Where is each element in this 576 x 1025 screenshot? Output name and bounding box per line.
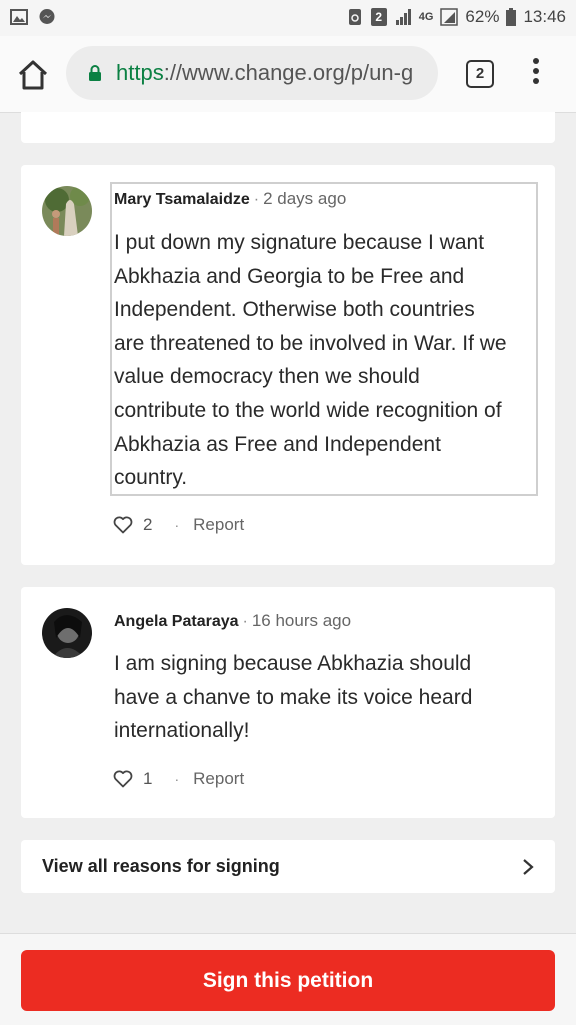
separator-dot: · bbox=[253, 191, 260, 208]
url-rest: ://www.change.org/p/un-g bbox=[163, 60, 414, 85]
comment-time: 2 days ago bbox=[263, 189, 347, 208]
view-all-reasons-link[interactable]: View all reasons for signing bbox=[21, 840, 555, 893]
comment-line: value democracy then we should bbox=[114, 365, 420, 389]
status-bar: 2 4G 62% 13:46 bbox=[0, 0, 576, 36]
address-bar[interactable]: https://www.change.org/p/un-g bbox=[66, 46, 438, 100]
comment-line: internationally! bbox=[114, 719, 250, 743]
lock-icon bbox=[89, 65, 101, 81]
network-type: 4G bbox=[418, 11, 434, 23]
clock: 13:46 bbox=[523, 7, 566, 26]
comment-actions: 1 · Report bbox=[113, 769, 244, 789]
comment-line: Abkhazia as Free and Independent bbox=[114, 432, 441, 456]
comment-card: Mary Tsamalaidze · 2 days ago I put down m… bbox=[21, 165, 555, 565]
battery-percent: 62% bbox=[465, 7, 500, 26]
url-text: https://www.change.org/p/un-g bbox=[116, 60, 428, 86]
comment-text: I am signing because Abkhazia should hav… bbox=[114, 647, 472, 748]
like-count: 2 bbox=[143, 515, 153, 534]
avatar bbox=[42, 186, 92, 236]
browser-toolbar: https://www.change.org/p/un-g 2 bbox=[0, 36, 576, 113]
tab-switcher-button[interactable]: 2 bbox=[466, 60, 494, 88]
signal-icon-2 bbox=[440, 8, 459, 26]
sim-badge: 2 bbox=[370, 8, 387, 26]
report-link[interactable]: Report bbox=[193, 769, 244, 789]
comment-line: Abkhazia and Georgia to be Free and bbox=[114, 264, 465, 288]
comment-line: Independent. Otherwise both countries bbox=[114, 298, 475, 322]
comment-text: I put down my signature because I want A… bbox=[114, 226, 507, 495]
separator-dot: · bbox=[242, 613, 248, 630]
comment-line: I am signing because Abkhazia should bbox=[114, 652, 472, 675]
comment-header: Angela Pataraya · 16 hours ago bbox=[114, 611, 351, 631]
comment-line: are threatened to be involved in War. If… bbox=[114, 331, 507, 355]
home-icon[interactable] bbox=[16, 58, 50, 92]
bottom-cta-bar: Sign this petition bbox=[0, 933, 576, 1025]
comment-actions: 2 · Report bbox=[113, 515, 244, 535]
view-all-label: View all reasons for signing bbox=[42, 856, 280, 876]
heart-icon[interactable] bbox=[113, 516, 133, 534]
comment-header: Mary Tsamalaidze · 2 days ago bbox=[114, 189, 346, 209]
url-scheme: https bbox=[116, 60, 164, 85]
recycle-icon bbox=[348, 9, 361, 25]
chevron-right-icon bbox=[523, 859, 534, 875]
separator-dot: · bbox=[174, 517, 180, 533]
commenter-name[interactable]: Angela Pataraya bbox=[114, 613, 239, 630]
sign-petition-button[interactable]: Sign this petition bbox=[21, 950, 555, 1011]
separator-dot: · bbox=[174, 771, 180, 787]
heart-icon[interactable] bbox=[113, 770, 133, 788]
report-link[interactable]: Report bbox=[193, 515, 244, 535]
overflow-menu-icon[interactable] bbox=[526, 58, 546, 90]
commenter-name[interactable]: Mary Tsamalaidze bbox=[114, 191, 250, 208]
like-count: 1 bbox=[143, 769, 153, 788]
gallery-icon bbox=[10, 9, 28, 25]
previous-comment-card bbox=[21, 112, 555, 143]
comment-time: 16 hours ago bbox=[251, 611, 352, 630]
battery-icon bbox=[506, 8, 517, 26]
comment-line: contribute to the world wide recognition… bbox=[114, 398, 502, 422]
signal-icon bbox=[395, 9, 411, 25]
messenger-icon bbox=[39, 9, 55, 24]
comment-line: have a chanve to make its voice heard bbox=[114, 685, 473, 709]
comment-card: Angela Pataraya · 16 hours ago I am signin… bbox=[21, 587, 555, 818]
comment-line: I put down my signature because I want bbox=[114, 231, 485, 254]
comment-line: country. bbox=[114, 466, 188, 490]
avatar bbox=[42, 608, 92, 658]
